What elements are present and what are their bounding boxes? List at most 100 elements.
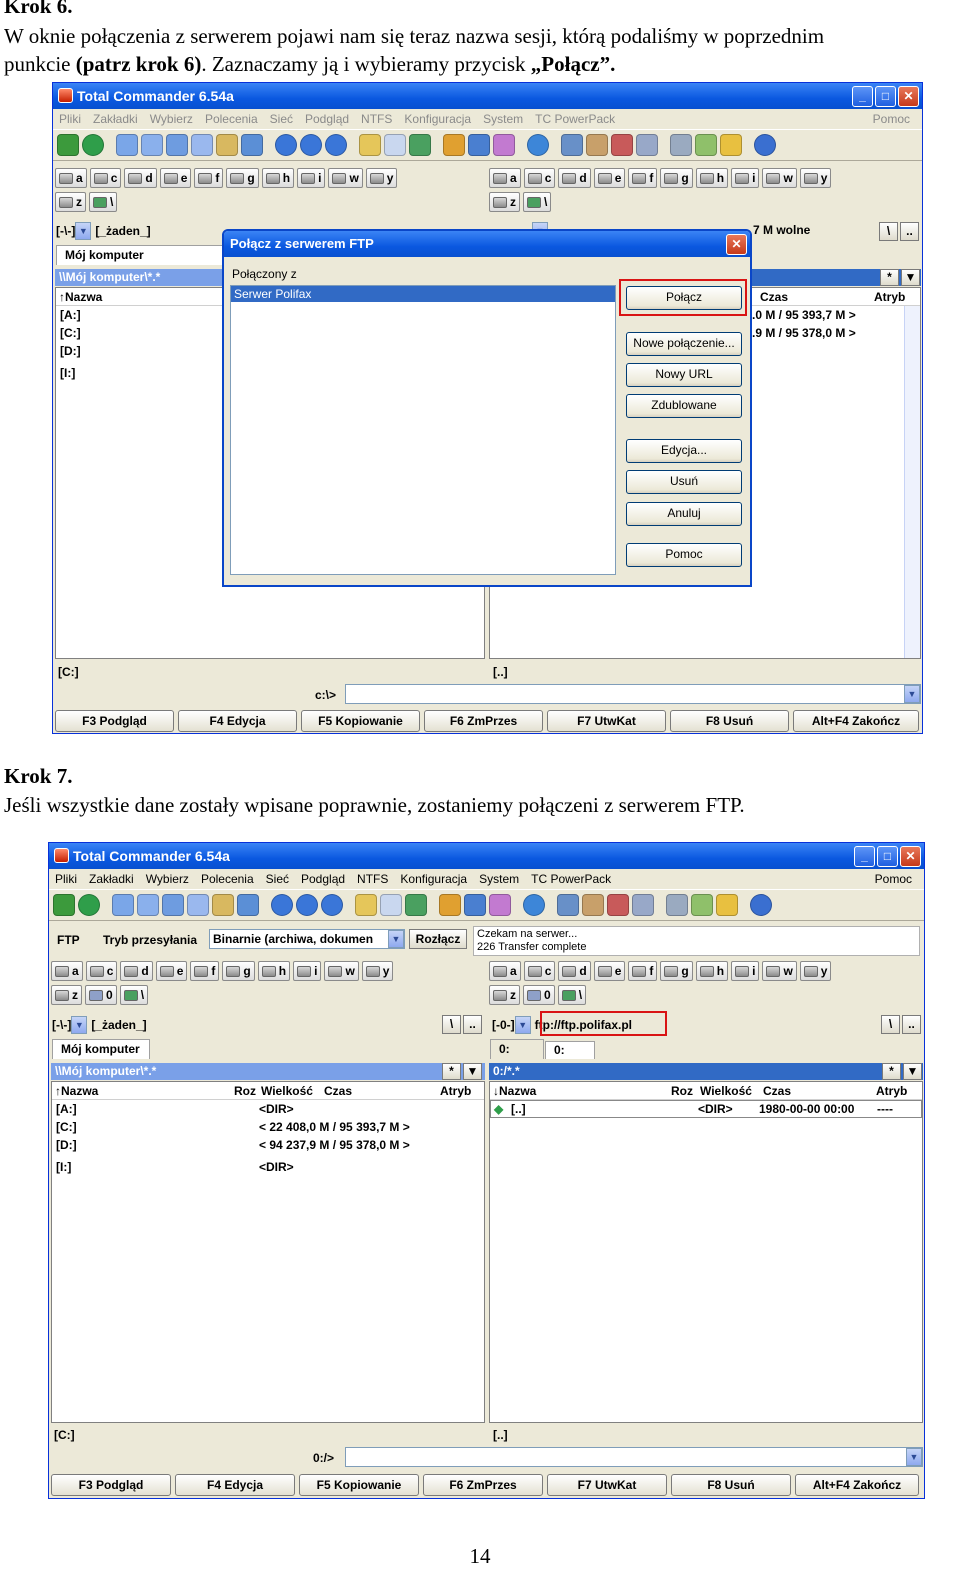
- history-dropdown-icon[interactable]: ▼: [901, 269, 920, 286]
- checklist-icon[interactable]: [695, 134, 717, 156]
- duplicate-button[interactable]: Zdublowane: [626, 394, 742, 418]
- menu-item-net[interactable]: Sieć: [266, 872, 289, 886]
- scrollbar[interactable]: [904, 306, 920, 658]
- table-row[interactable]: ◆ [..] <DIR> 1980-00-00 00:00 ----: [490, 1100, 922, 1118]
- view-tree-icon[interactable]: [166, 134, 188, 156]
- drive-button-h[interactable]: h: [695, 961, 729, 981]
- quickview-icon[interactable]: [237, 894, 259, 916]
- right-file-panel[interactable]: ↓Nazwa Roz Wielkość Czas Atryb ◆ [..] <D…: [489, 1081, 923, 1423]
- drive-button-y[interactable]: y: [799, 168, 832, 188]
- drive-button-network[interactable]: \: [557, 985, 587, 1005]
- menu-item-select[interactable]: Wybierz: [146, 872, 189, 886]
- menu-item-files[interactable]: Pliki: [55, 872, 77, 886]
- f7-mkdir-button[interactable]: F7 UtwKat: [547, 710, 666, 732]
- search-icon[interactable]: [355, 894, 377, 916]
- edit-icon[interactable]: [607, 894, 629, 916]
- drive-button-z[interactable]: z: [489, 192, 520, 212]
- drive-button-f[interactable]: f: [190, 961, 220, 981]
- drive-button-d[interactable]: d: [124, 168, 157, 188]
- view-columns-icon[interactable]: [191, 134, 213, 156]
- refresh-icon[interactable]: [78, 894, 100, 916]
- drive-button-d[interactable]: d: [558, 961, 591, 981]
- thumbnails-icon[interactable]: [212, 894, 234, 916]
- left-file-panel[interactable]: ↑Nazwa Roz Wielkość Czas Atryb [A:] <DIR>…: [51, 1081, 485, 1423]
- altf4-exit-button[interactable]: Alt+F4 Zakończ: [793, 710, 919, 732]
- menu-item-powerpack[interactable]: TC PowerPack: [531, 872, 611, 886]
- transfer-mode-select[interactable]: Binarnie (archiwa, dokumen ▼: [209, 929, 405, 949]
- pack-icon[interactable]: [380, 894, 402, 916]
- f3-view-button[interactable]: F3 Podgląd: [51, 1474, 171, 1496]
- plugin-icon[interactable]: [493, 134, 515, 156]
- drive-button-y[interactable]: y: [799, 961, 832, 981]
- refresh-icon[interactable]: [82, 134, 104, 156]
- monitor-icon[interactable]: [561, 134, 583, 156]
- edit-button[interactable]: Edycja...: [626, 439, 742, 463]
- drive-button-e[interactable]: e: [593, 168, 626, 188]
- menu-item-view[interactable]: Podgląd: [301, 872, 345, 886]
- drive-button-a[interactable]: a: [51, 961, 83, 981]
- column-header-name[interactable]: ↓Nazwa: [493, 1084, 536, 1098]
- download-icon[interactable]: [439, 894, 461, 916]
- drive-button-g[interactable]: g: [226, 168, 259, 188]
- compare-icon[interactable]: [636, 134, 658, 156]
- sync-icon[interactable]: [523, 894, 545, 916]
- shortcuts-icon[interactable]: [720, 134, 742, 156]
- sync-icon[interactable]: [527, 134, 549, 156]
- new-url-button[interactable]: Nowy URL: [626, 363, 742, 387]
- drive-button-network[interactable]: \: [119, 985, 149, 1005]
- cancel-button[interactable]: Anuluj: [626, 502, 742, 526]
- drive-button-c[interactable]: c: [89, 168, 122, 188]
- history-dropdown-icon[interactable]: ▼: [903, 1063, 922, 1080]
- f5-copy-button[interactable]: F5 Kopiowanie: [301, 710, 420, 732]
- menu-item-config[interactable]: Konfiguracja: [400, 872, 467, 886]
- tab-my-computer[interactable]: Mój komputer: [52, 1039, 150, 1059]
- drive-button-a[interactable]: a: [489, 961, 521, 981]
- close-button[interactable]: ✕: [898, 86, 919, 107]
- menu-item-commands[interactable]: Polecenia: [201, 872, 254, 886]
- drive-button-i[interactable]: i: [731, 961, 760, 981]
- column-header-time[interactable]: Czas: [763, 1084, 791, 1098]
- menu-item-commands[interactable]: Polecenia: [205, 112, 258, 126]
- tab-ftp-1[interactable]: 0:: [545, 1041, 595, 1059]
- help-icon[interactable]: [754, 134, 776, 156]
- menu-item-files[interactable]: Pliki: [59, 112, 81, 126]
- f8-delete-button[interactable]: F8 Usuń: [670, 710, 789, 732]
- view-brief-icon[interactable]: [112, 894, 134, 916]
- download-icon[interactable]: [443, 134, 465, 156]
- menu-item-tabs[interactable]: Zakładki: [89, 872, 134, 886]
- parent-button[interactable]: ..: [902, 1015, 921, 1034]
- root-button[interactable]: \: [879, 222, 898, 241]
- drive-button-c[interactable]: c: [523, 168, 556, 188]
- drive-button-i[interactable]: i: [297, 168, 326, 188]
- command-line-input[interactable]: ▼: [345, 1447, 923, 1467]
- menu-item-system[interactable]: System: [483, 112, 523, 126]
- column-header-time[interactable]: Czas: [760, 290, 788, 304]
- unpack-icon[interactable]: [405, 894, 427, 916]
- back-icon[interactable]: [300, 134, 322, 156]
- altf4-exit-button[interactable]: Alt+F4 Zakończ: [795, 1474, 919, 1496]
- drive-button-c[interactable]: c: [523, 961, 556, 981]
- column-header-ext[interactable]: Roz: [671, 1084, 693, 1098]
- star-icon[interactable]: [464, 894, 486, 916]
- chevron-down-icon[interactable]: ▼: [514, 1016, 531, 1034]
- unpack-icon[interactable]: [409, 134, 431, 156]
- drive-button-network[interactable]: \: [523, 192, 552, 212]
- drive-button-f[interactable]: f: [628, 168, 658, 188]
- drive-button-i[interactable]: i: [293, 961, 322, 981]
- f7-mkdir-button[interactable]: F7 UtwKat: [547, 1474, 667, 1496]
- column-header-attr[interactable]: Atryb: [440, 1084, 471, 1098]
- multi-rename-icon[interactable]: [582, 894, 604, 916]
- column-header-size[interactable]: Wielkość: [700, 1084, 752, 1098]
- drive-button-d[interactable]: d: [558, 168, 591, 188]
- view-columns-icon[interactable]: [187, 894, 209, 916]
- drive-button-g[interactable]: g: [222, 961, 255, 981]
- view-full-icon[interactable]: [137, 894, 159, 916]
- pack-icon[interactable]: [384, 134, 406, 156]
- invert-selection-icon[interactable]: [275, 134, 297, 156]
- connections-list[interactable]: Serwer Polifax: [230, 285, 616, 575]
- drive-button-h[interactable]: h: [261, 168, 295, 188]
- chevron-down-icon[interactable]: ▼: [75, 222, 92, 240]
- column-header-name[interactable]: ↑Nazwa: [56, 290, 102, 304]
- menu-item-view[interactable]: Podgląd: [305, 112, 349, 126]
- asterisk-icon[interactable]: *: [882, 1063, 901, 1080]
